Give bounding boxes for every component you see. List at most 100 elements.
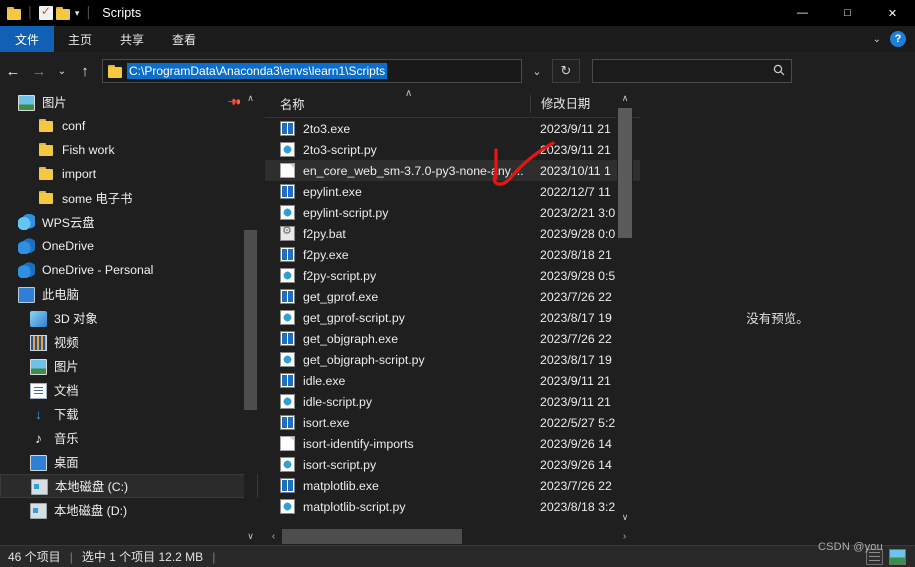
pin-icon[interactable]: 📌: [227, 94, 242, 110]
search-input[interactable]: [599, 65, 773, 77]
table-row[interactable]: idle-script.py 2023/9/11 21: [265, 391, 640, 412]
file-name-cell[interactable]: isort-script.py: [265, 457, 530, 472]
table-row[interactable]: get_objgraph-script.py 2023/8/17 19: [265, 349, 640, 370]
maximize-button[interactable]: □: [825, 0, 870, 26]
table-row[interactable]: isort-identify-imports 2023/9/26 14: [265, 433, 640, 454]
file-name-cell[interactable]: idle.exe: [265, 373, 530, 388]
sidebar-item-5[interactable]: WPS云盘: [0, 210, 258, 234]
sidebar-scroll-up-icon[interactable]: ∧: [244, 90, 257, 107]
up-icon[interactable]: ↑: [72, 58, 98, 84]
table-row[interactable]: get_objgraph.exe 2023/7/26 22: [265, 328, 640, 349]
sidebar-item-15[interactable]: 桌面: [0, 450, 258, 474]
table-row[interactable]: 2to3.exe 2023/9/11 21: [265, 118, 640, 139]
file-name-cell[interactable]: f2py.exe: [265, 247, 530, 262]
forward-icon[interactable]: →: [26, 58, 52, 84]
sidebar-item-8[interactable]: 此电脑: [0, 282, 258, 306]
sidebar-item-17[interactable]: 本地磁盘 (D:): [0, 498, 258, 522]
file-name-cell[interactable]: f2py-script.py: [265, 268, 530, 283]
file-name-cell[interactable]: f2py.bat: [265, 226, 530, 241]
file-name-cell[interactable]: en_core_web_sm-3.7.0-py3-none-any....: [265, 163, 530, 178]
sidebar-item-7[interactable]: OneDrive - Personal: [0, 258, 258, 282]
chevron-down-icon[interactable]: ⌄: [873, 34, 881, 45]
back-icon[interactable]: ←: [0, 58, 26, 84]
sidebar-item-3[interactable]: import: [0, 162, 258, 186]
sidebar-item-10[interactable]: 视频: [0, 330, 258, 354]
file-list-h-thumb[interactable]: [282, 529, 462, 544]
file-name-cell[interactable]: 2to3.exe: [265, 121, 530, 136]
help-icon[interactable]: ?: [890, 31, 906, 47]
sidebar-item-1[interactable]: conf: [0, 114, 258, 138]
tab-share[interactable]: 共享: [106, 26, 158, 52]
thumbnail-view-button[interactable]: [889, 548, 906, 565]
customize-caret-icon[interactable]: ▾: [74, 8, 81, 19]
sidebar-scroll-thumb[interactable]: [244, 230, 257, 410]
file-list-scroll-left-icon[interactable]: ‹: [265, 528, 282, 545]
address-path-text[interactable]: C:\ProgramData\Anaconda3\envs\learn1\Scr…: [127, 63, 388, 79]
table-row[interactable]: matplotlib.exe 2023/7/26 22: [265, 475, 640, 496]
file-name-cell[interactable]: get_gprof-script.py: [265, 310, 530, 325]
file-name-cell[interactable]: get_gprof.exe: [265, 289, 530, 304]
table-row[interactable]: isort-script.py 2023/9/26 14: [265, 454, 640, 475]
file-name-cell[interactable]: epylint.exe: [265, 184, 530, 199]
file-name-cell[interactable]: get_objgraph.exe: [265, 331, 530, 346]
search-icon[interactable]: [773, 64, 785, 79]
file-name-cell[interactable]: matplotlib.exe: [265, 478, 530, 493]
address-bar[interactable]: C:\ProgramData\Anaconda3\envs\learn1\Scr…: [102, 59, 522, 83]
table-row[interactable]: matplotlib-script.py 2023/8/18 3:2: [265, 496, 640, 517]
new-folder-icon[interactable]: [55, 6, 71, 20]
table-row[interactable]: 2to3-script.py 2023/9/11 21: [265, 139, 640, 160]
file-list-horizontal-scrollbar[interactable]: ‹ ›: [265, 528, 633, 545]
table-row[interactable]: f2py.bat2023/9/28 0:0: [265, 223, 640, 244]
file-name-cell[interactable]: idle-script.py: [265, 394, 530, 409]
table-row[interactable]: epylint.exe 2022/12/7 11: [265, 181, 640, 202]
column-header-name[interactable]: ∧ 名称: [265, 90, 530, 113]
table-row[interactable]: en_core_web_sm-3.7.0-py3-none-any.... 202…: [265, 160, 640, 181]
file-list-pane[interactable]: ∧ 名称 修改日期 2to3.exe 2023/9/11 21 2to3-scrip…: [265, 90, 640, 545]
table-row[interactable]: idle.exe 2023/9/11 21: [265, 370, 640, 391]
sidebar-item-16[interactable]: 本地磁盘 (C:): [0, 474, 258, 498]
address-history-caret-icon[interactable]: ⌄: [524, 59, 550, 83]
table-row[interactable]: isort.exe 2022/5/27 5:2: [265, 412, 640, 433]
table-row[interactable]: f2py.exe 2023/8/18 21: [265, 244, 640, 265]
sidebar-item-13[interactable]: ↓ 下载: [0, 402, 258, 426]
file-name-label: matplotlib.exe: [303, 478, 379, 493]
recent-locations-icon[interactable]: ⌄: [52, 58, 72, 84]
minimize-button[interactable]: —: [780, 0, 825, 26]
exe-icon: [280, 415, 295, 430]
sidebar-item-0[interactable]: 图片 📌: [0, 90, 258, 114]
file-list-scroll-right-icon[interactable]: ›: [616, 528, 633, 545]
file-name-cell[interactable]: isort-identify-imports: [265, 436, 530, 451]
table-row[interactable]: get_gprof.exe 2023/7/26 22: [265, 286, 640, 307]
file-list-scroll-up-icon[interactable]: ∧: [617, 90, 633, 107]
close-button[interactable]: ✕: [870, 0, 915, 26]
sidebar-scrollbar[interactable]: ∧ ∨: [244, 90, 257, 545]
file-name-cell[interactable]: epylint-script.py: [265, 205, 530, 220]
properties-icon[interactable]: [38, 4, 53, 20]
navigation-pane[interactable]: 图片 📌 conf Fish work import some 电子书 WPS云盘 OneDr…: [0, 90, 258, 545]
file-list-scroll-thumb[interactable]: [618, 108, 632, 238]
refresh-icon[interactable]: ↻: [552, 59, 580, 83]
sidebar-item-2[interactable]: Fish work: [0, 138, 258, 162]
sidebar-item-4[interactable]: some 电子书: [0, 186, 258, 210]
file-name-cell[interactable]: 2to3-script.py: [265, 142, 530, 157]
file-name-cell[interactable]: get_objgraph-script.py: [265, 352, 530, 367]
table-row[interactable]: get_gprof-script.py 2023/8/17 19: [265, 307, 640, 328]
search-box[interactable]: [592, 59, 792, 83]
sidebar-item-11[interactable]: 图片: [0, 354, 258, 378]
tab-file[interactable]: 文件: [0, 26, 54, 52]
file-list-vertical-scrollbar[interactable]: ∧ ∨: [617, 90, 633, 526]
file-list-h-track[interactable]: [282, 529, 616, 544]
tab-view[interactable]: 查看: [158, 26, 210, 52]
sidebar-item-6[interactable]: OneDrive: [0, 234, 258, 258]
tab-home[interactable]: 主页: [54, 26, 106, 52]
sidebar-item-12[interactable]: 文档: [0, 378, 258, 402]
file-list-scroll-down-icon[interactable]: ∨: [617, 509, 633, 526]
folder-icon[interactable]: [7, 6, 22, 20]
file-name-cell[interactable]: isort.exe: [265, 415, 530, 430]
file-name-cell[interactable]: matplotlib-script.py: [265, 499, 530, 514]
sidebar-item-14[interactable]: ♪ 音乐: [0, 426, 258, 450]
table-row[interactable]: f2py-script.py 2023/9/28 0:5: [265, 265, 640, 286]
table-row[interactable]: epylint-script.py 2023/2/21 3:0: [265, 202, 640, 223]
sidebar-item-9[interactable]: 3D 对象: [0, 306, 258, 330]
sidebar-scroll-down-icon[interactable]: ∨: [244, 528, 257, 545]
